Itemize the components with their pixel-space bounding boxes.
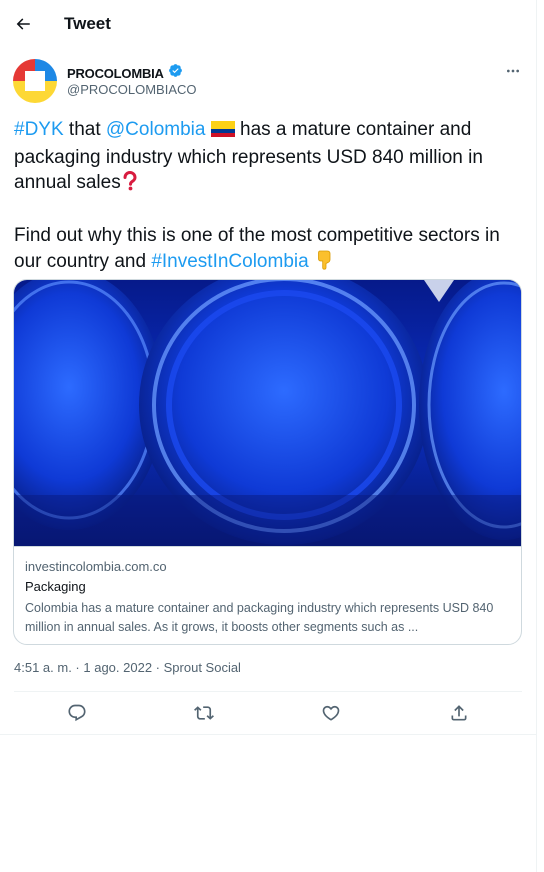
tweet-date[interactable]: 1 ago. 2022	[83, 660, 152, 675]
tweet-page: Tweet PROCOLOMBIA @PROCOLOMBIACO #DYK th…	[0, 0, 537, 872]
tweet-meta: 4:51 a. m. · 1 ago. 2022 · Sprout Social	[14, 660, 241, 675]
divider	[0, 734, 537, 735]
reply-icon[interactable]	[65, 702, 89, 724]
tweet-source[interactable]: Sprout Social	[164, 660, 241, 675]
more-horizontal-icon[interactable]	[502, 64, 524, 78]
hashtag-dyk[interactable]: #DYK	[14, 119, 64, 140]
author-name[interactable]: PROCOLOMBIA	[67, 66, 164, 81]
heart-icon[interactable]	[319, 702, 343, 724]
colombia-flag-icon	[210, 120, 235, 145]
avatar[interactable]	[13, 59, 57, 103]
meta-separator: ·	[71, 660, 84, 675]
card-divider	[14, 546, 521, 547]
card-description: Colombia has a mature container and pack…	[25, 601, 494, 634]
meta-separator: ·	[152, 660, 164, 675]
tweet-text-segment: that	[63, 119, 106, 140]
author-handle[interactable]: @PROCOLOMBIACO	[67, 82, 197, 97]
verified-badge-icon	[168, 63, 183, 83]
pointing-down-icon	[314, 248, 336, 277]
red-question-mark-icon	[121, 171, 139, 198]
retweet-icon[interactable]	[192, 702, 216, 724]
top-bar: Tweet	[0, 0, 537, 50]
tweet-text: #DYK that @Colombia has a mature contain…	[14, 117, 524, 277]
tweet-time[interactable]: 4:51 a. m.	[14, 660, 72, 675]
arrow-left-icon[interactable]	[12, 13, 34, 35]
card-domain: investincolombia.com.co	[25, 559, 167, 574]
mention-colombia[interactable]: @Colombia	[106, 119, 206, 140]
hashtag-investincolombia[interactable]: #InvestInColombia	[151, 251, 308, 272]
tweet-paragraph-2: Find out why this is one of the most com…	[14, 223, 524, 277]
author-name-row[interactable]: PROCOLOMBIA	[67, 63, 183, 83]
link-card[interactable]: investincolombia.com.co Packaging Colomb…	[13, 279, 522, 645]
card-title: Packaging	[25, 579, 86, 594]
share-icon[interactable]	[447, 702, 471, 724]
card-image	[14, 280, 521, 546]
page-title: Tweet	[64, 14, 111, 33]
tweet-paragraph-1: #DYK that @Colombia has a mature contain…	[14, 117, 524, 198]
action-bar	[14, 692, 522, 734]
